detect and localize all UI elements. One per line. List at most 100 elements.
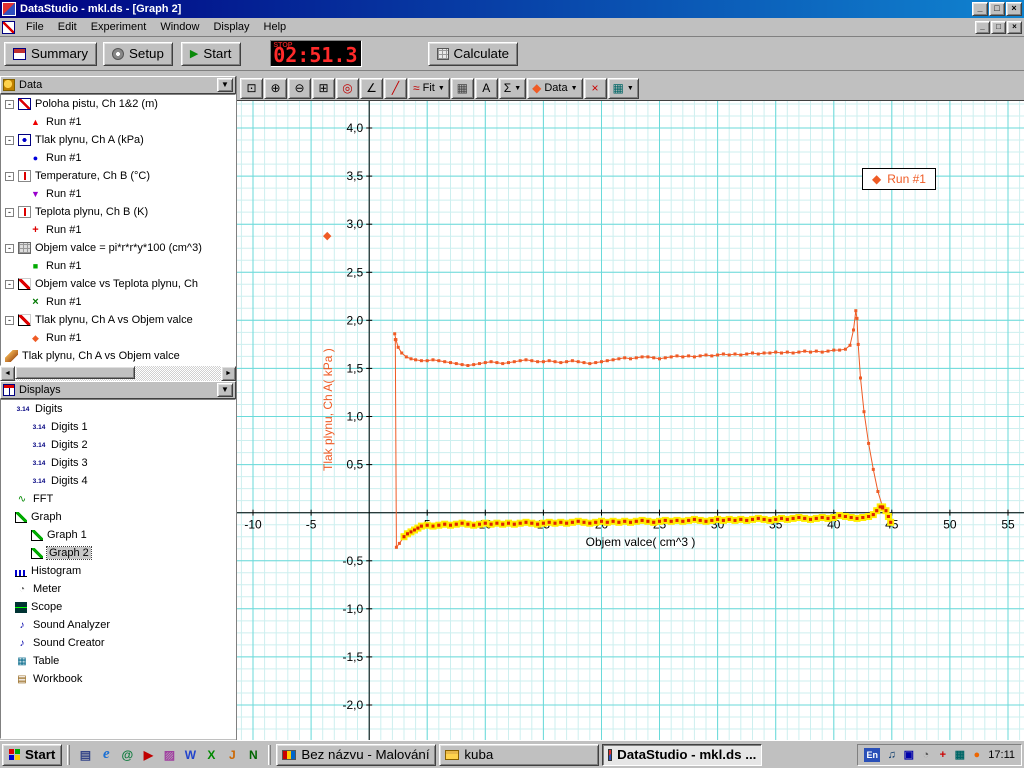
graph-document-icon[interactable]	[2, 21, 15, 34]
scrollbar-thumb[interactable]	[15, 366, 135, 379]
fit-menu-button[interactable]: ≈Fit▼	[408, 78, 450, 99]
data-item[interactable]: -Objem valce vs Teplota plynu, Ch	[1, 275, 235, 293]
text-tool-button[interactable]: A	[475, 78, 498, 99]
smart-tool-button[interactable]: ◎	[336, 78, 359, 99]
menu-item-experiment[interactable]: Experiment	[84, 19, 154, 35]
display-item[interactable]: 3.14Digits	[1, 400, 235, 418]
updates-tray-icon[interactable]: ●	[969, 747, 984, 762]
zoom-in-button[interactable]: ⊕	[264, 78, 287, 99]
excel-icon[interactable]: X	[201, 745, 221, 765]
data-item[interactable]: -Tlak plynu, Ch A vs Objem valce	[1, 311, 235, 329]
scrollbar-track[interactable]	[15, 366, 221, 381]
data-panel-hscrollbar[interactable]: ◄ ►	[0, 366, 236, 381]
slope-tool-button[interactable]: ∠	[360, 78, 383, 99]
run-item[interactable]: ◆Run #1	[1, 329, 235, 347]
volume-tray-icon[interactable]: ♫	[884, 747, 899, 762]
data-item[interactable]: Tlak plynu, Ch A vs Objem valce	[1, 347, 235, 365]
display-item[interactable]: ♪Sound Analyzer	[1, 616, 235, 634]
display-item[interactable]: Scope	[1, 598, 235, 616]
remove-button[interactable]: ×	[584, 78, 607, 99]
tree-expander-icon[interactable]: -	[5, 316, 14, 325]
scale-to-fit-button[interactable]: ⊡	[240, 78, 263, 99]
run-item[interactable]: ▲Run #1	[1, 113, 235, 131]
settings-menu-button[interactable]: ▦▼	[608, 78, 639, 99]
tree-expander-icon[interactable]: -	[5, 244, 14, 253]
run-item[interactable]: ■Run #1	[1, 257, 235, 275]
language-indicator[interactable]: En	[864, 748, 880, 762]
mdi-close-button[interactable]: ×	[1007, 21, 1022, 34]
java-icon[interactable]: J	[222, 745, 242, 765]
clock[interactable]: 17:11	[988, 749, 1015, 761]
scroll-right-button[interactable]: ►	[221, 366, 236, 381]
show-desktop-icon[interactable]: ▤	[75, 745, 95, 765]
display-item[interactable]: ◔Meter	[1, 580, 235, 598]
data-panel-menu-button[interactable]: ▼	[217, 78, 233, 92]
zoom-select-button[interactable]: ⊞	[312, 78, 335, 99]
task-button[interactable]: DataStudio - mkl.ds ...	[602, 744, 762, 766]
task-button[interactable]: Bez názvu - Malování	[276, 744, 436, 766]
data-item[interactable]: -Tlak plynu, Ch A (kPa)	[1, 131, 235, 149]
media-player-icon[interactable]: ▶	[138, 745, 158, 765]
scheduler-tray-icon[interactable]: ◔	[918, 747, 933, 762]
tree-expander-icon[interactable]: -	[5, 136, 14, 145]
internet-explorer-icon[interactable]: e	[96, 745, 116, 765]
menu-item-help[interactable]: Help	[257, 19, 294, 35]
scroll-left-button[interactable]: ◄	[0, 366, 15, 381]
display-item[interactable]: 3.14Digits 1	[1, 418, 235, 436]
antivirus-tray-icon[interactable]: +	[935, 747, 950, 762]
tree-expander-icon[interactable]: -	[5, 208, 14, 217]
start-menu-button[interactable]: Start	[2, 744, 62, 766]
display-item[interactable]: Histogram	[1, 562, 235, 580]
display-item[interactable]: Graph 1	[1, 526, 235, 544]
legend[interactable]: ◆ Run #1	[862, 168, 936, 190]
maximize-button[interactable]: □	[989, 2, 1005, 16]
summary-button[interactable]: Summary	[4, 42, 97, 66]
data-item[interactable]: -Temperature, Ch B (°C)	[1, 167, 235, 185]
outlook-icon[interactable]: @	[117, 745, 137, 765]
mdi-minimize-button[interactable]: _	[975, 21, 990, 34]
browser-icon[interactable]: N	[243, 745, 263, 765]
zoom-out-button[interactable]: ⊖	[288, 78, 311, 99]
calculate-button[interactable]: Calculate	[428, 42, 519, 66]
display-item[interactable]: 3.14Digits 4	[1, 472, 235, 490]
data-item[interactable]: -Objem valce = pi*r*r*y*100 (cm^3)	[1, 239, 235, 257]
run-item[interactable]: +Run #1	[1, 221, 235, 239]
network-tray-icon[interactable]: ▦	[952, 747, 967, 762]
display-item[interactable]: ▦Table	[1, 652, 235, 670]
menu-item-window[interactable]: Window	[153, 19, 206, 35]
setup-button[interactable]: Setup	[103, 42, 173, 66]
note-tool-button[interactable]: ╱	[384, 78, 407, 99]
display-item[interactable]: ▤Workbook	[1, 670, 235, 688]
run-item[interactable]: ●Run #1	[1, 149, 235, 167]
tree-expander-icon[interactable]: -	[5, 280, 14, 289]
start-recording-button[interactable]: ▶ Start	[181, 42, 241, 66]
calculate-tool-button[interactable]: ▦	[451, 78, 474, 99]
display-item[interactable]: Graph	[1, 508, 235, 526]
mdi-restore-button[interactable]: □	[991, 21, 1006, 34]
data-item[interactable]: -Poloha pistu, Ch 1&2 (m)	[1, 95, 235, 113]
display-item[interactable]: 3.14Digits 3	[1, 454, 235, 472]
display-item[interactable]: ∿FFT	[1, 490, 235, 508]
task-button[interactable]: kuba	[439, 744, 599, 766]
displays-panel-menu-button[interactable]: ▼	[217, 383, 233, 397]
graph-pane[interactable]: -10-5510152025303540455055-2,0-1,5-1,0-0…	[237, 101, 1024, 740]
display-item[interactable]: ♪Sound Creator	[1, 634, 235, 652]
run-item[interactable]: ▼Run #1	[1, 185, 235, 203]
menu-item-file[interactable]: File	[19, 19, 51, 35]
paint-icon[interactable]: ▨	[159, 745, 179, 765]
tree-expander-icon[interactable]: -	[5, 172, 14, 181]
minimize-button[interactable]: _	[972, 2, 988, 16]
close-button[interactable]: ×	[1006, 2, 1022, 16]
data-item[interactable]: -Teplota plynu, Ch B (K)	[1, 203, 235, 221]
menu-item-display[interactable]: Display	[206, 19, 256, 35]
display-item[interactable]: Graph 2	[1, 544, 235, 562]
menu-item-edit[interactable]: Edit	[51, 19, 84, 35]
display-tray-icon[interactable]: ▣	[901, 747, 916, 762]
statistics-menu-button[interactable]: Σ▼	[499, 78, 526, 99]
display-item[interactable]: 3.14Digits 2	[1, 436, 235, 454]
word-icon[interactable]: W	[180, 745, 200, 765]
run-item[interactable]: ×Run #1	[1, 293, 235, 311]
chart-canvas[interactable]: -10-5510152025303540455055-2,0-1,5-1,0-0…	[237, 101, 1024, 740]
data-menu-button[interactable]: ◆Data▼	[527, 78, 582, 99]
tree-expander-icon[interactable]: -	[5, 100, 14, 109]
